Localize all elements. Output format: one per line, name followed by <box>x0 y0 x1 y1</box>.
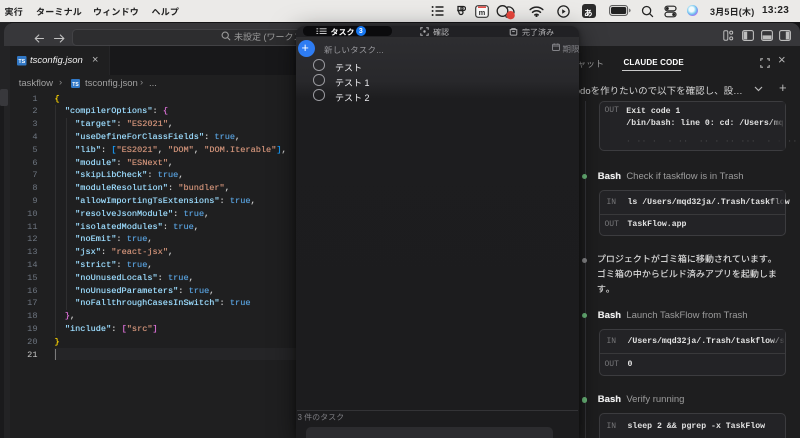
svg-text:TS: TS <box>18 59 25 65</box>
svg-text:TS: TS <box>72 81 79 87</box>
svg-text:m: m <box>479 7 486 16</box>
